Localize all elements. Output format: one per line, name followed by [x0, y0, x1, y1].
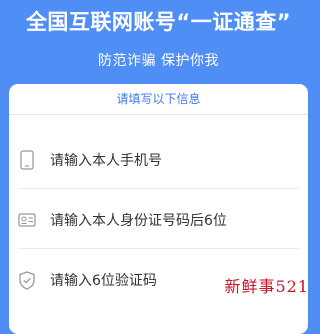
form-heading: 请填写以下信息: [116, 92, 201, 106]
phone-placeholder: 请输入本人手机号: [50, 153, 162, 169]
watermark: 新鲜事521: [224, 277, 309, 296]
divider: [18, 248, 299, 249]
shield-check-icon: [18, 270, 36, 290]
divider: [18, 188, 299, 189]
phone-icon: [18, 150, 36, 170]
verification-code-placeholder: 请输入6位验证码: [50, 273, 157, 289]
phone-field[interactable]: 请输入本人手机号: [9, 132, 308, 188]
header: 全国互联网账号“一证通查” 防范诈骗 保护你我: [0, 0, 317, 90]
id-card-placeholder: 请输入本人身份证号码后6位: [50, 213, 227, 229]
page-subtitle: 防范诈骗 保护你我: [98, 53, 219, 69]
divider: [9, 114, 308, 115]
id-card-icon: [18, 210, 36, 230]
page-title: 全国互联网账号“一证通查”: [25, 10, 292, 34]
id-card-field[interactable]: 请输入本人身份证号码后6位: [9, 192, 308, 248]
